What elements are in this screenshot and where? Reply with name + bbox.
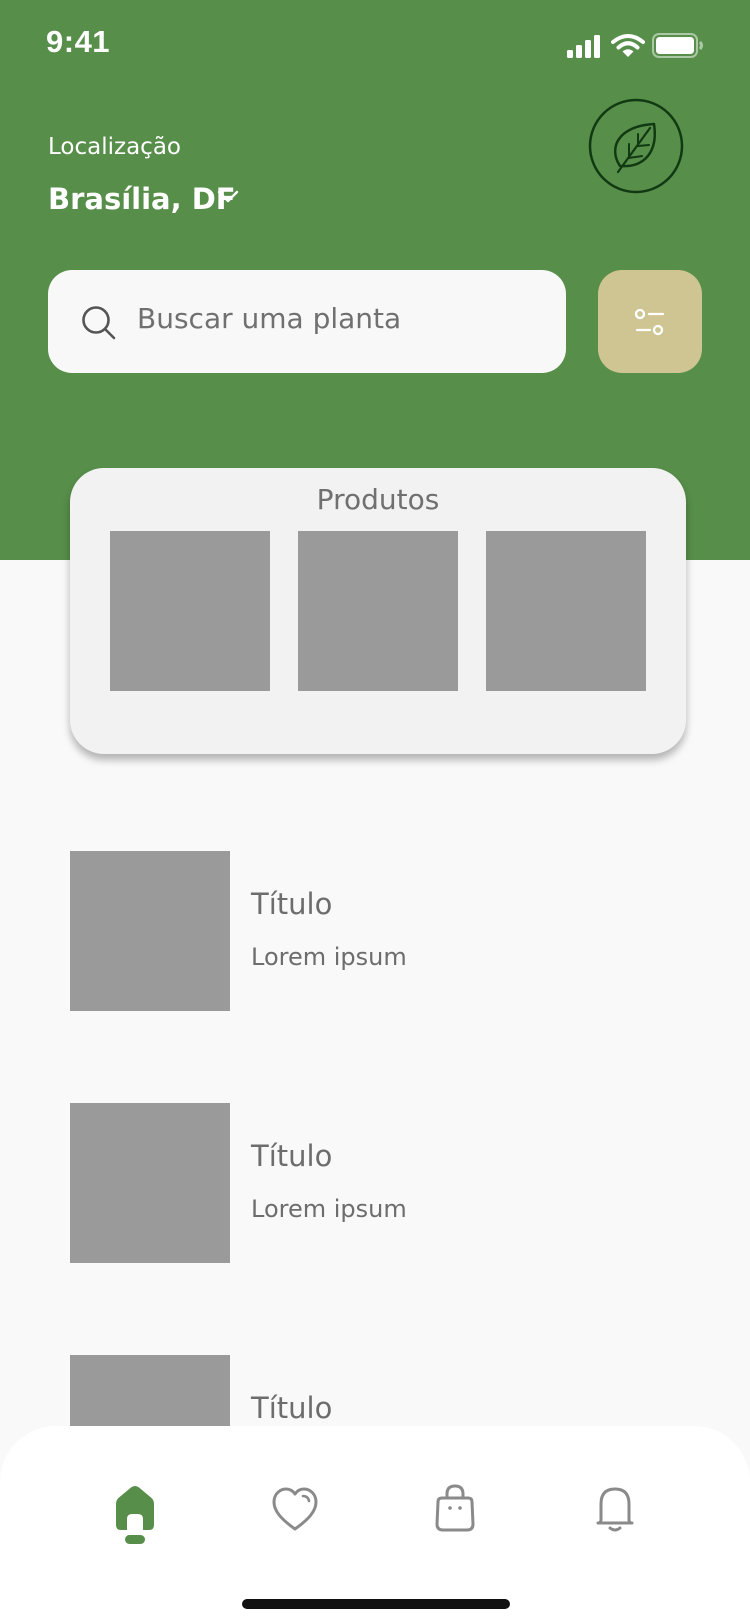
list-item-title: Título	[251, 887, 333, 921]
product-thumbnail[interactable]	[486, 531, 646, 691]
products-card: Produtos	[70, 468, 686, 754]
leaf-icon	[588, 98, 684, 194]
nav-notifications[interactable]	[585, 1478, 645, 1538]
location-selector[interactable]: Brasília, DF	[48, 182, 236, 216]
list-item-title: Título	[251, 1139, 333, 1173]
list-item-thumbnail	[70, 1103, 230, 1263]
battery-icon	[652, 33, 703, 58]
location-label: Localização	[48, 134, 181, 160]
search-icon	[82, 306, 116, 340]
list-item-thumbnail	[70, 851, 230, 1011]
product-thumbnail[interactable]	[110, 531, 270, 691]
bag-icon	[435, 1484, 475, 1532]
bottom-nav	[0, 1426, 750, 1624]
status-time: 9:41	[46, 24, 111, 59]
list-item[interactable]: Título Lorem ipsum	[70, 1103, 690, 1263]
wifi-icon	[611, 34, 645, 57]
list-item-subtitle: Lorem ipsum	[251, 1195, 407, 1223]
search-placeholder: Buscar uma planta	[137, 302, 402, 335]
filter-button[interactable]	[598, 270, 702, 373]
chevron-down-icon[interactable]	[217, 190, 239, 204]
heart-icon	[272, 1487, 318, 1531]
product-thumbnail[interactable]	[298, 531, 458, 691]
bell-icon	[596, 1487, 634, 1532]
list-item-subtitle: Lorem ipsum	[251, 943, 407, 971]
status-icons	[566, 32, 706, 60]
nav-favorites[interactable]	[265, 1478, 325, 1538]
search-input[interactable]: Buscar uma planta	[48, 270, 566, 373]
filter-icon	[634, 308, 665, 336]
home-indicator	[242, 1599, 510, 1609]
nav-cart[interactable]	[425, 1478, 485, 1538]
home-icon	[116, 1486, 154, 1530]
products-title: Produtos	[316, 483, 440, 516]
signal-icon	[567, 35, 600, 58]
active-tab-indicator	[125, 1535, 145, 1544]
list-item[interactable]: Título Lorem ipsum	[70, 851, 690, 1011]
list-item-title: Título	[251, 1391, 333, 1425]
nav-home[interactable]	[105, 1478, 165, 1538]
